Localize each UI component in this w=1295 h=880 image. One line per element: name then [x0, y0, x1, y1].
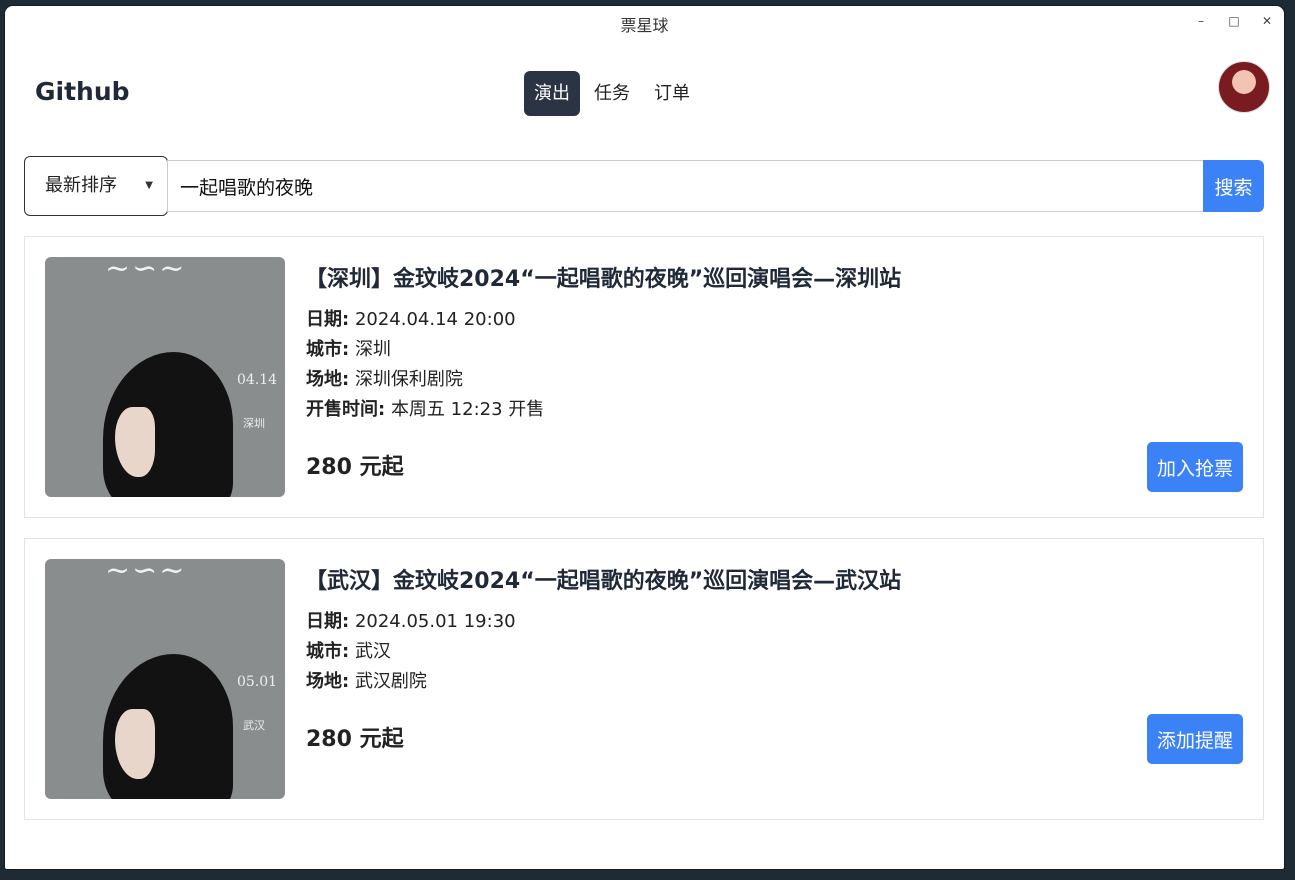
- poster-script-decoration: ~∽~: [105, 257, 187, 286]
- minimize-icon[interactable]: –: [1192, 12, 1210, 30]
- sort-select-label: 最新排序: [45, 175, 117, 196]
- event-city-row: 城市: 武汉: [306, 637, 516, 667]
- chevron-down-icon: ▼: [145, 180, 153, 191]
- event-city: 深圳: [354, 339, 391, 360]
- event-poster[interactable]: ~∽~ 04.14 深圳: [45, 257, 285, 497]
- add-to-grab-button[interactable]: 加入抢票: [1146, 442, 1243, 492]
- event-price: 280 元起: [306, 455, 404, 480]
- nav-tabs: 演出 任务 订单: [524, 71, 700, 116]
- tab-orders[interactable]: 订单: [644, 71, 700, 116]
- poster-city: 武汉: [243, 719, 265, 732]
- event-city-row: 城市: 深圳: [306, 335, 544, 365]
- event-poster[interactable]: ~∽~ 05.01 武汉: [45, 559, 285, 799]
- maximize-icon[interactable]: □: [1225, 12, 1243, 30]
- poster-city: 深圳: [243, 417, 265, 430]
- venue-label: 场地:: [306, 369, 350, 390]
- event-price: 280 元起: [306, 727, 404, 752]
- date-label: 日期:: [306, 611, 350, 632]
- city-label: 城市:: [306, 339, 350, 360]
- event-venue: 武汉剧院: [354, 671, 427, 692]
- venue-label: 场地:: [306, 671, 350, 692]
- add-reminder-button[interactable]: 添加提醒: [1146, 714, 1243, 764]
- event-venue-row: 场地: 深圳保利剧院: [306, 365, 544, 395]
- poster-script-decoration: ~∽~: [105, 559, 187, 588]
- event-date: 2024.05.01 19:30: [354, 611, 516, 632]
- avatar[interactable]: [1218, 61, 1270, 113]
- event-title[interactable]: 【深圳】金玟岐2024“一起唱歌的夜晚”巡回演唱会—深圳站: [305, 261, 901, 293]
- search-bar: 最新排序 ▼ 搜索: [24, 156, 1264, 216]
- window-title: 票星球: [620, 16, 669, 35]
- event-venue: 深圳保利剧院: [354, 369, 463, 390]
- event-info: 日期: 2024.05.01 19:30 城市: 武汉 场地: 武汉剧院: [306, 607, 516, 697]
- city-label: 城市:: [306, 641, 350, 662]
- event-date-row: 日期: 2024.04.14 20:00: [306, 305, 544, 335]
- event-sale-time: 本周五 12:23 开售: [390, 399, 545, 420]
- event-date: 2024.04.14 20:00: [354, 309, 516, 330]
- brand-logo[interactable]: Github: [35, 77, 130, 106]
- event-title[interactable]: 【武汉】金玟岐2024“一起唱歌的夜晚”巡回演唱会—武汉站: [305, 563, 901, 595]
- event-date-row: 日期: 2024.05.01 19:30: [306, 607, 516, 637]
- titlebar: 票星球 – □ ✕: [5, 6, 1284, 38]
- event-card: ~∽~ 04.14 深圳 【深圳】金玟岐2024“一起唱歌的夜晚”巡回演唱会—深…: [24, 236, 1264, 518]
- app-window: 票星球 – □ ✕ Github 演出 任务 订单 最新排序 ▼ 搜索 ~∽~ …: [5, 6, 1284, 869]
- event-card: ~∽~ 05.01 武汉 【武汉】金玟岐2024“一起唱歌的夜晚”巡回演唱会—武…: [24, 538, 1264, 820]
- date-label: 日期:: [306, 309, 350, 330]
- poster-date: 04.14: [237, 372, 278, 388]
- sort-select[interactable]: 最新排序 ▼: [24, 156, 168, 216]
- sale-label: 开售时间:: [306, 399, 386, 420]
- close-icon[interactable]: ✕: [1258, 12, 1276, 30]
- tab-shows[interactable]: 演出: [524, 71, 580, 116]
- search-button[interactable]: 搜索: [1203, 160, 1264, 212]
- search-input[interactable]: [167, 160, 1204, 212]
- tab-tasks[interactable]: 任务: [584, 71, 640, 116]
- event-city: 武汉: [354, 641, 391, 662]
- event-sale-row: 开售时间: 本周五 12:23 开售: [306, 395, 544, 425]
- event-info: 日期: 2024.04.14 20:00 城市: 深圳 场地: 深圳保利剧院 开…: [306, 305, 544, 425]
- event-venue-row: 场地: 武汉剧院: [306, 667, 516, 697]
- navbar: Github 演出 任务 订单: [5, 61, 1284, 131]
- poster-date: 05.01: [237, 674, 278, 690]
